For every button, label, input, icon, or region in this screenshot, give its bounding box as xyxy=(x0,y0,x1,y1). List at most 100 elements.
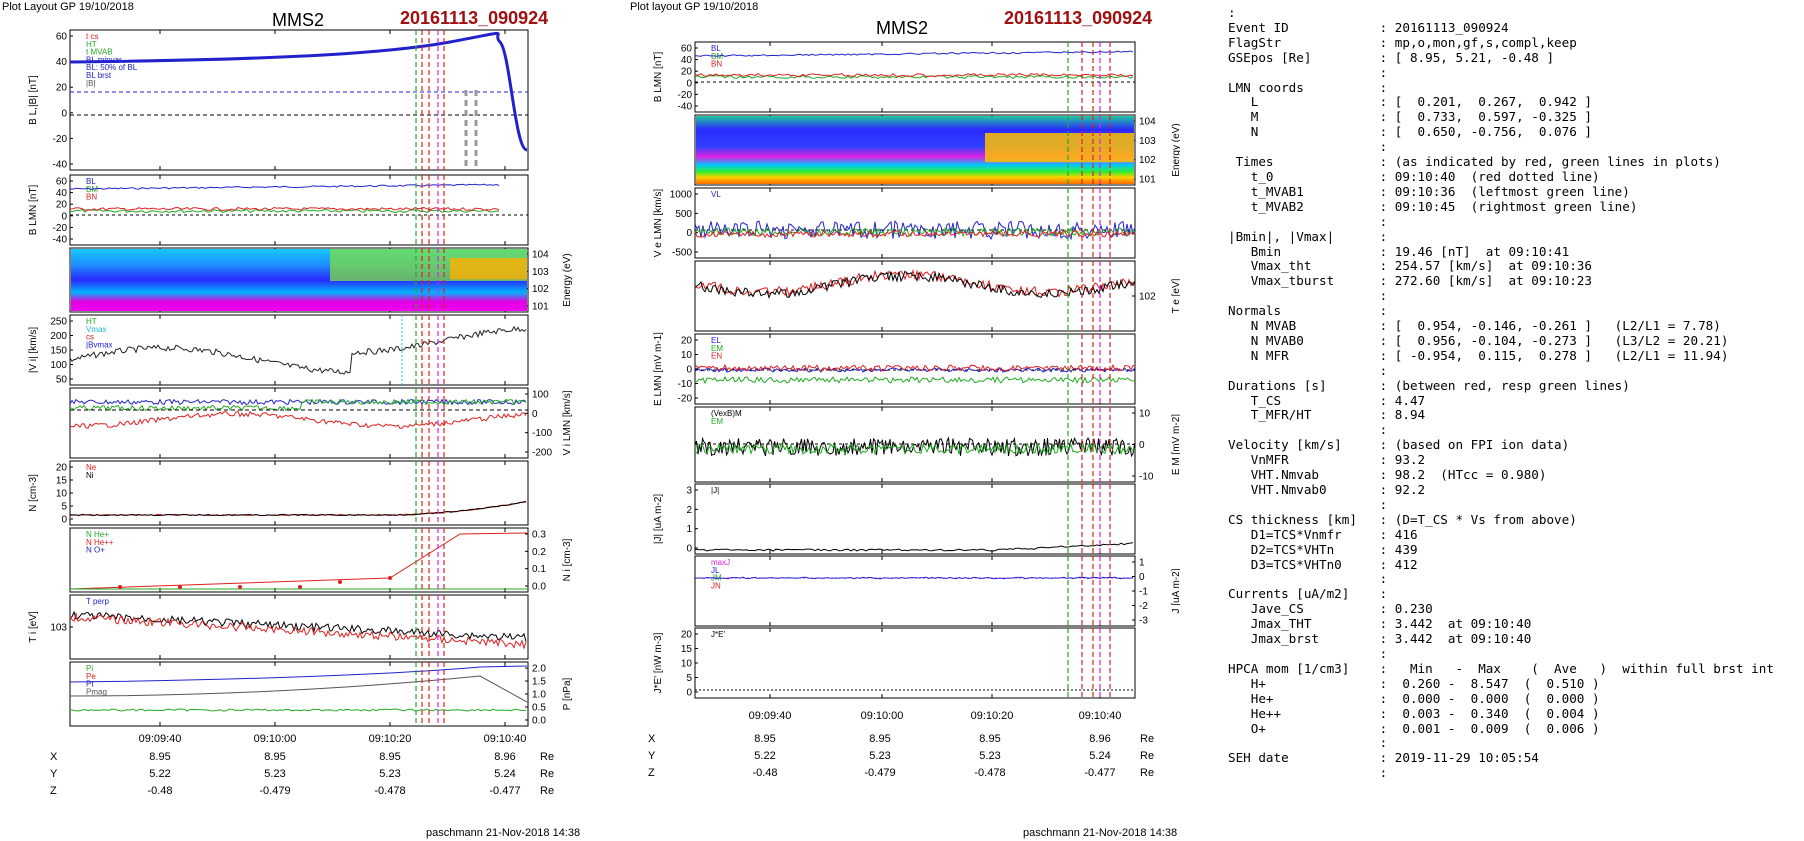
panel-m5: 20100-10-20E LMN [mV m-1] ELEMEN xyxy=(653,332,1136,406)
y-tick-label: 2 xyxy=(686,505,692,516)
info-line: M : [ 0.733, 0.597, -0.325 ] xyxy=(1250,109,1592,125)
legend-entry: |Bvmax xyxy=(86,340,113,349)
y-tick-label: 60 xyxy=(56,32,68,43)
ViN-series xyxy=(69,410,527,429)
y-tick-label: 0 xyxy=(61,211,67,222)
info-line: Vmax_tburst : 272.60 [km/s] at 09:10:23 xyxy=(1250,273,1592,289)
panel-l8: 103 T i [eV] T perp xyxy=(28,594,529,660)
y-tick-label: 200 xyxy=(50,331,67,342)
info-line: : xyxy=(1228,5,1236,20)
y-axis-label: N [cm-3] xyxy=(28,474,39,512)
Pmag-series xyxy=(69,708,527,712)
legend-entry: Pmag xyxy=(86,687,107,696)
y-tick-label: 0 xyxy=(1139,440,1145,451)
left-ephem-label: Z xyxy=(50,785,57,797)
y-tick-label: 100 xyxy=(50,360,67,371)
legend-entry: EN xyxy=(711,352,722,361)
Ne-series xyxy=(69,501,527,517)
y-tick-label: 5 xyxy=(686,673,692,684)
Pi-series xyxy=(69,675,528,703)
y-tick-label: 20 xyxy=(681,67,693,78)
Pt-series xyxy=(69,665,528,683)
mid-ephem-value: 8.96 xyxy=(1089,733,1110,745)
y-axis-label: J [uA m-2] xyxy=(1171,568,1180,613)
info-line: Durations [s] : (between red, resp green… xyxy=(1228,377,1630,393)
info-line: Velocity [km/s] : (based on FPI ion data… xyxy=(1228,437,1570,453)
mid-time-label: 09:09:40 xyxy=(749,710,792,722)
panel-frame xyxy=(694,555,1136,627)
He++-point xyxy=(238,585,242,589)
mid-ephem-value: 5.23 xyxy=(979,750,1000,762)
info-line: SEH date : 2019-11-29 10:05:54 xyxy=(1228,750,1539,766)
info-line: : xyxy=(1379,765,1388,781)
y-tick-label: 104 xyxy=(532,250,549,261)
y-axis-label: Energy (eV) xyxy=(1171,123,1180,176)
info-line: Bmin : 19.46 [nT] at 09:10:41 xyxy=(1250,243,1570,259)
info-line: D3=TCS*VHTn0 : 412 xyxy=(1250,556,1418,572)
y-tick-label: 10 xyxy=(1139,409,1151,420)
y-tick-label: 0 xyxy=(532,409,538,420)
info-line: : xyxy=(1379,735,1388,751)
y-tick-label: 0 xyxy=(1139,572,1145,583)
left-ephem-value: -0.479 xyxy=(259,785,290,797)
info-line: L : [ 0.201, 0.267, 0.942 ] xyxy=(1250,94,1592,110)
panel-frame xyxy=(694,483,1136,555)
y-tick-label: 20 xyxy=(681,630,693,641)
y-tick-label: 0 xyxy=(61,108,67,119)
info-line: N MFR : [ -0.954, 0.115, 0.278 ] (L2/L1 … xyxy=(1250,347,1729,363)
left-ephem-value: 5.24 xyxy=(494,768,515,780)
info-line: Jave_CS : 0.230 xyxy=(1250,601,1433,617)
y-tick-label: 20 xyxy=(56,200,68,211)
info-line: : xyxy=(1379,571,1388,587)
panel-l4: 25020015010050|V i| [km/s]HTVmaxcs|Bvmax xyxy=(28,314,529,386)
y-axis-label: B LMN [nT] xyxy=(28,185,39,236)
panel-l7: 0.30.20.10.0N i [cm-3]N He+N He++N O+ xyxy=(69,527,573,593)
info-line: D2=TCS*VHTn : 439 xyxy=(1250,541,1418,557)
panel-l9: 2.01.51.00.50.0P [nPa]PiPePtPmag xyxy=(69,661,573,727)
Vi-magnitude-series xyxy=(69,325,527,375)
y-tick-label: 0.2 xyxy=(532,547,546,558)
y-tick-label: 15 xyxy=(56,476,68,487)
panel-m9: 20 15 10 5 0 J*E' [nW m-3] J*E' xyxy=(653,627,1136,699)
info-line: Jmax_brst : 3.442 at 09:10:40 xyxy=(1250,631,1532,647)
panel-frame xyxy=(69,314,529,386)
panel-frame xyxy=(69,29,529,171)
spectrogram-hot xyxy=(450,258,527,280)
plot-figure: 6040200-20-40B L,|B| [nT]t csHTt MVABBL … xyxy=(28,29,1180,797)
Ti-par-series xyxy=(69,610,527,642)
y-tick-label: 20 xyxy=(56,463,68,474)
left-time-label: 09:10:00 xyxy=(254,733,297,745)
legend-entry: EM xyxy=(711,417,723,426)
y-tick-label: 15 xyxy=(681,644,693,655)
y-tick-label: 101 xyxy=(1139,175,1156,186)
info-line: Event ID : 20161113_090924 xyxy=(1228,19,1509,35)
y-tick-label: 0 xyxy=(686,78,692,89)
left-ephem-label: X xyxy=(50,751,58,763)
y-tick-label: 0.5 xyxy=(532,703,546,714)
y-axis-label: T i [eV] xyxy=(28,611,39,643)
y-tick-label: -200 xyxy=(532,448,552,459)
panel-frame xyxy=(69,527,529,593)
panel-m3: 1000 500 0 -500 V e LMN [km/s] VL xyxy=(653,187,1136,259)
panel-frame xyxy=(694,627,1136,699)
Te-par-series xyxy=(694,270,1136,299)
info-line: O+ : 0.001 - 0.009 ( 0.006 ) xyxy=(1250,720,1600,736)
Te-perp-series xyxy=(694,268,1136,299)
mid-ephem-value: -0.478 xyxy=(974,767,1005,779)
left-ephem-value: -0.48 xyxy=(147,785,172,797)
y-axis-label: E LMN [mV m-1] xyxy=(653,332,664,406)
y-tick-label: 10 xyxy=(681,350,693,361)
left-ephem-value: 5.22 xyxy=(149,768,170,780)
panel-frame xyxy=(69,594,529,660)
y-tick-label: -20 xyxy=(53,134,68,145)
panel-l6: 20151050N [cm-3]NeNi xyxy=(28,460,529,526)
legend-entry: VL xyxy=(711,190,721,199)
y-tick-label: 20 xyxy=(681,336,693,347)
info-line: Currents [uA/m2] : xyxy=(1228,586,1388,602)
y-axis-label: V e LMN [km/s] xyxy=(653,189,664,258)
left-ephem-unit: Re xyxy=(540,785,554,797)
BN-series xyxy=(694,72,1134,77)
y-tick-label: 1.5 xyxy=(532,677,546,688)
mid-ephem-value: -0.479 xyxy=(864,767,895,779)
mid-time-label: 09:10:40 xyxy=(1079,710,1122,722)
